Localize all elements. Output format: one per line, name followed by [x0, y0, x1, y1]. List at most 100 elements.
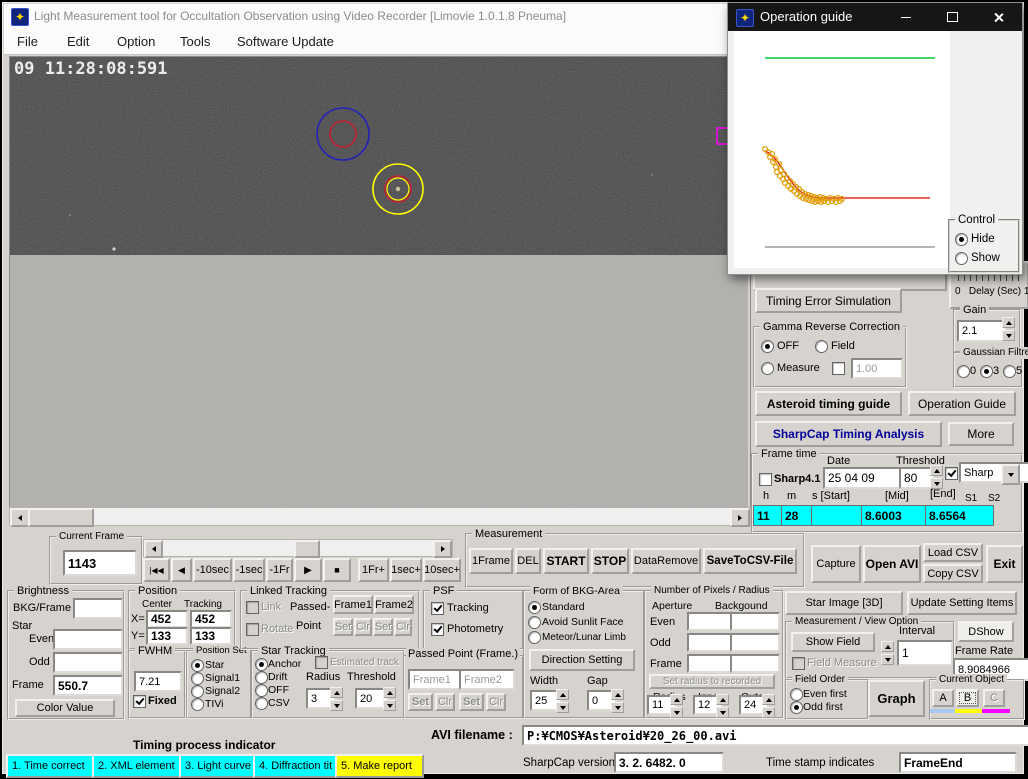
start-button[interactable]: START [543, 548, 589, 574]
more-button[interactable]: More [948, 422, 1014, 446]
fwhm-fixed-checkbox[interactable] [133, 695, 146, 708]
st-threshold-spinner[interactable] [383, 687, 396, 711]
lt-clr2-button[interactable]: Clr [394, 618, 412, 636]
spin-up-icon[interactable] [930, 465, 943, 476]
menu-option[interactable]: Option [117, 34, 155, 49]
exit-button[interactable]: Exit [986, 545, 1023, 583]
gaussian-0-radio[interactable] [957, 365, 970, 378]
spin-up-icon[interactable] [716, 694, 729, 705]
minus-1frame-button[interactable]: -1Fr [266, 558, 293, 582]
spin-up-icon[interactable] [611, 689, 624, 700]
time-end-field[interactable]: 8.6564 [925, 505, 994, 526]
scroll-right-button[interactable] [730, 508, 750, 527]
object-b-button[interactable]: B [956, 689, 979, 707]
object-a-button[interactable]: A [932, 689, 954, 707]
gaussian-3-radio[interactable] [980, 365, 993, 378]
operation-guide-button[interactable]: Operation Guide [908, 391, 1016, 416]
menu-edit[interactable]: Edit [67, 34, 89, 49]
bkg-gap-spinner[interactable] [611, 689, 624, 713]
spin-down-icon[interactable] [330, 700, 343, 711]
frame-scroll-thumb[interactable] [294, 540, 320, 558]
lt-clr1-button[interactable]: Clr [354, 618, 372, 636]
tab-light-curve[interactable]: 3. Light curve [179, 754, 262, 778]
spin-down-icon[interactable] [716, 707, 729, 718]
gamma-checkbox[interactable] [832, 362, 845, 375]
lt-frame1-button[interactable]: Frame1 [333, 595, 373, 614]
spin-up-icon[interactable] [556, 689, 569, 700]
load-csv-button[interactable]: Load CSV [923, 543, 983, 562]
sharp-select-dropdown-button[interactable] [1001, 464, 1020, 485]
position-set-tivi-radio[interactable] [191, 698, 204, 711]
copy-csv-button[interactable]: Copy CSV [923, 564, 983, 583]
gamma-value-input[interactable]: 1.00 [851, 358, 903, 379]
psf-photometry-checkbox[interactable] [431, 623, 444, 636]
spin-up-icon[interactable] [762, 694, 775, 705]
open-avi-button[interactable]: Open AVI [863, 545, 921, 583]
operation-guide-titlebar[interactable]: ✦ Operation guide [728, 3, 1022, 31]
gamma-field-radio[interactable] [815, 340, 828, 353]
scroll-left-button[interactable] [10, 508, 30, 527]
spin-up-icon[interactable] [330, 687, 343, 698]
position-set-star-radio[interactable] [191, 659, 204, 672]
threshold-spinner[interactable] [930, 465, 943, 489]
spin-down-icon[interactable] [383, 700, 396, 711]
inner-spinner[interactable] [716, 694, 729, 718]
spin-down-icon[interactable] [611, 702, 624, 713]
drift-radio[interactable] [255, 671, 268, 684]
spin-up-icon[interactable] [881, 641, 894, 652]
del-button[interactable]: DEL [515, 548, 541, 574]
position-set-signal1-radio[interactable] [191, 672, 204, 685]
time-stamp-input[interactable]: FrameEnd [899, 752, 1017, 773]
gamma-measure-radio[interactable] [761, 362, 774, 375]
px-odd-aperture-input[interactable] [687, 633, 733, 652]
pp-clr2-button[interactable]: Clr [486, 693, 506, 711]
spin-down-icon[interactable] [670, 707, 683, 718]
position-set-signal2-radio[interactable] [191, 685, 204, 698]
gain-spinner[interactable] [1002, 317, 1015, 341]
gaussian-5-radio[interactable] [1003, 365, 1016, 378]
spin-down-icon[interactable] [762, 707, 775, 718]
stop-button[interactable]: ■ [323, 558, 351, 582]
pp-frame2-input[interactable]: Frame2 [459, 669, 515, 690]
even-first-radio[interactable] [790, 688, 803, 701]
stop-measure-button[interactable]: STOP [591, 548, 629, 574]
object-c-button[interactable]: C [983, 689, 1005, 707]
psf-tracking-checkbox[interactable] [431, 602, 444, 615]
bkg-standard-radio[interactable] [528, 601, 541, 614]
show-radio[interactable] [955, 252, 968, 265]
fwhm-input[interactable]: 7.21 [134, 671, 182, 692]
star-image-3d-button[interactable]: Star Image [3D] [785, 591, 903, 615]
data-remove-button[interactable]: DataRemove [631, 548, 701, 574]
bkg-meteor-radio[interactable] [528, 631, 541, 644]
field-measure-checkbox[interactable] [792, 657, 805, 670]
frame-brightness-input[interactable]: 550.7 [53, 675, 123, 696]
date-input[interactable]: 25 04 09 [823, 467, 903, 489]
frame-scroll-left-button[interactable] [144, 540, 163, 558]
video-scrollbar[interactable] [9, 507, 751, 527]
current-frame-input[interactable]: 1143 [63, 550, 137, 576]
px-even-background-input[interactable] [730, 612, 780, 631]
play-button[interactable]: ▶ [294, 558, 322, 582]
dshow-button[interactable]: DShow [958, 621, 1014, 642]
spin-up-icon[interactable] [1002, 317, 1015, 328]
tracking-csv-radio[interactable] [255, 697, 268, 710]
tracking-off-radio[interactable] [255, 684, 268, 697]
timing-error-simulation-button[interactable]: Timing Error Simulation [755, 288, 902, 313]
video-area[interactable]: 09 11:28:08:591 [9, 56, 751, 510]
time-s-start-field[interactable] [811, 505, 866, 526]
spin-down-icon[interactable] [556, 702, 569, 713]
sharp-select-checkbox[interactable] [945, 467, 958, 480]
sharpcap-timing-analysis-button[interactable]: SharpCap Timing Analysis [755, 421, 942, 447]
color-value-button[interactable]: Color Value [15, 699, 115, 717]
one-frame-button[interactable]: 1Frame [469, 548, 513, 574]
menu-tools[interactable]: Tools [180, 34, 210, 49]
interval-input[interactable]: 1 [897, 640, 953, 666]
maximize-button[interactable] [932, 3, 972, 31]
rotate-checkbox[interactable] [246, 623, 259, 636]
minus-1sec-button[interactable]: -1sec [233, 558, 265, 582]
even-input[interactable] [53, 629, 123, 650]
update-setting-items-button[interactable]: Update Setting Items [907, 591, 1017, 615]
pp-set2-button[interactable]: Set [459, 693, 484, 711]
link-checkbox[interactable] [246, 601, 259, 614]
spin-down-icon[interactable] [881, 654, 894, 665]
